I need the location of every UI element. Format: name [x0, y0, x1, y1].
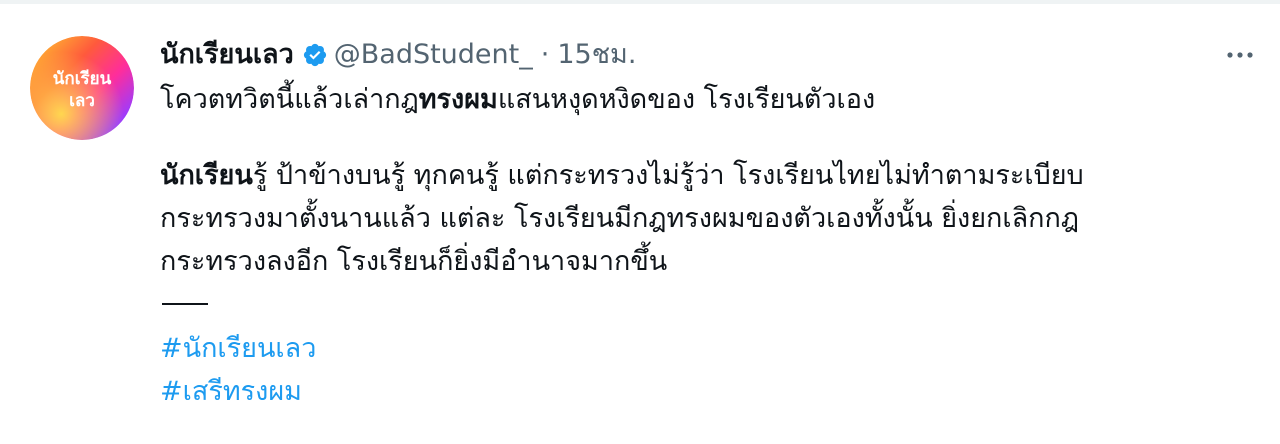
author-handle[interactable]: @BadStudent_: [334, 36, 533, 74]
text-segment-bold: นักเรียน: [160, 160, 253, 191]
more-options-icon[interactable]: [1220, 36, 1260, 74]
tweet-line-4: กระทรวงลงอีก โรงเรียนก็ยิ่งมีอำนาจมากขึ้…: [160, 246, 668, 277]
hashtag-link-2[interactable]: #เสรีทรงผม: [160, 370, 1220, 413]
hashtag-link-1[interactable]: #นักเรียนเลว: [160, 327, 1220, 370]
divider-line: [162, 303, 208, 305]
tweet-line-2: นักเรียนรู้ ป้าข้างบนรู้ ทุกคนรู้ แต่กระ…: [160, 154, 1220, 197]
text-segment: แสนหงุดหงิดของ โรงเรียนตัวเอง: [497, 84, 876, 115]
text-segment: โควตทวิตนี้แล้วเล่ากฎ: [160, 84, 419, 115]
avatar-logo-text-2: เลว: [69, 91, 95, 111]
tweet-line-1: โควตทวิตนี้แล้วเล่ากฎทรงผมแสนหงุดหงิดของ…: [160, 78, 1220, 121]
tweet-header: นักเรียนเลว @BadStudent_ · 15ชม.: [160, 36, 1220, 74]
tweet-content: นักเรียนเลว @BadStudent_ · 15ชม. โควตทวิ…: [160, 36, 1220, 413]
tweet[interactable]: นักเรียน เลว นักเรียนเลว @BadStudent_ · …: [0, 4, 1280, 444]
avatar-logo-text-1: นักเรียน: [53, 68, 112, 89]
separator-dot: ·: [540, 39, 550, 70]
verified-badge-icon: [302, 42, 328, 68]
author-display-name[interactable]: นักเรียนเลว: [160, 36, 294, 74]
tweet-text: โควตทวิตนี้แล้วเล่ากฎทรงผมแสนหงุดหงิดของ…: [160, 78, 1220, 413]
text-segment-bold: ทรงผม: [418, 84, 498, 115]
avatar[interactable]: นักเรียน เลว: [30, 36, 134, 140]
text-segment: รู้ ป้าข้างบนรู้ ทุกคนรู้ แต่กระทรวงไม่ร…: [252, 160, 1084, 191]
tweet-timestamp[interactable]: 15ชม.: [557, 36, 636, 74]
tweet-line-3: กระทรวงมาตั้งนานแล้ว แต่ละ โรงเรียนมีกฎท…: [160, 203, 1080, 234]
